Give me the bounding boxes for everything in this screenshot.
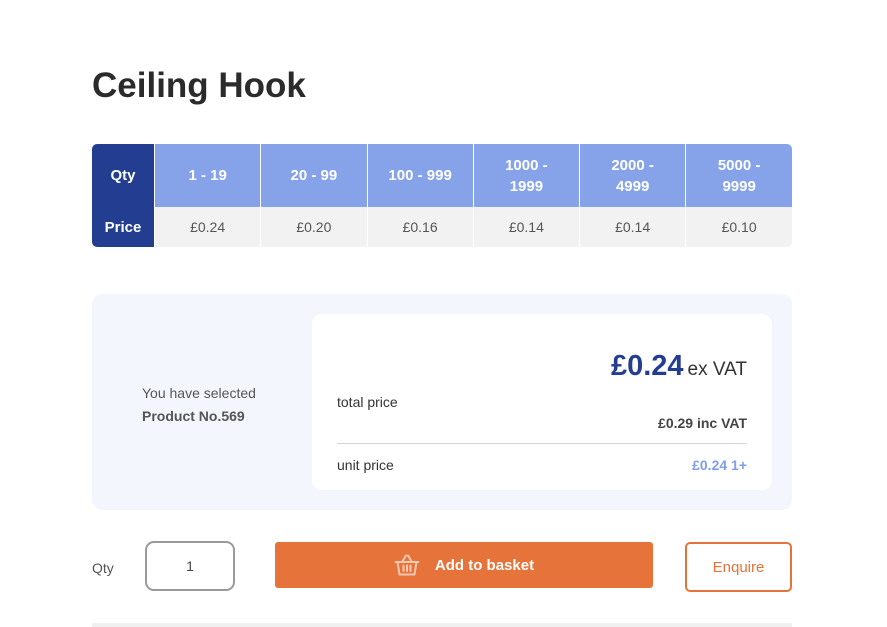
selection-summary-panel: You have selected Product No.569 total p…	[92, 294, 792, 510]
qty-tier-cell: 1 - 19	[153, 144, 261, 207]
qty-tier-row: Qty 1 - 19 20 - 99 100 - 999 1000 - 1999…	[92, 144, 792, 207]
tier-price-cell: £0.24	[153, 207, 261, 247]
unit-price-label: unit price	[337, 457, 394, 473]
total-price-value: £0.24	[610, 350, 684, 382]
qty-tier-label: 5000 - 9999	[717, 156, 761, 195]
ex-vat-label: ex VAT	[687, 359, 747, 380]
basket-icon	[394, 554, 420, 576]
pricing-table: Qty 1 - 19 20 - 99 100 - 999 1000 - 1999…	[92, 144, 792, 247]
qty-tier-cell: 5000 - 9999	[685, 144, 792, 207]
qty-row-header: Qty	[92, 144, 155, 207]
enquire-button[interactable]: Enquire	[685, 542, 792, 592]
divider	[337, 443, 747, 444]
add-to-basket-button[interactable]: Add to basket	[275, 542, 653, 588]
add-to-basket-label: Add to basket	[434, 556, 535, 574]
qty-tier-label: 20 - 99	[290, 167, 338, 184]
qty-tier-label: 2000 - 4999	[611, 156, 654, 195]
total-price-label: total price	[337, 394, 398, 410]
quantity-label: Qty	[92, 560, 114, 576]
inc-vat-price: £0.29 inc VAT	[658, 415, 747, 431]
qty-tier-label: 100 - 999	[388, 167, 452, 184]
quantity-input[interactable]	[145, 541, 235, 591]
price-tier-row: Price £0.24 £0.20 £0.16 £0.14 £0.14 £0.1…	[92, 207, 792, 247]
selected-caption: You have selected	[142, 385, 256, 401]
page-title: Ceiling Hook	[92, 66, 306, 105]
qty-tier-cell: 20 - 99	[260, 144, 367, 207]
total-price: £0.24 ex VAT	[611, 350, 747, 383]
section-divider	[92, 623, 792, 627]
selected-product-number: Product No.569	[142, 408, 245, 424]
tier-price-cell: £0.14	[578, 207, 686, 247]
qty-tier-cell: 2000 - 4999	[578, 144, 686, 207]
price-row-header: Price	[92, 207, 155, 247]
qty-tier-label: 1 - 19	[188, 167, 227, 184]
selected-product-info: You have selected Product No.569	[142, 382, 256, 428]
tier-price-cell: £0.10	[685, 207, 792, 247]
unit-price-value: £0.24 1+	[692, 457, 747, 473]
tier-price-cell: £0.14	[472, 207, 580, 247]
qty-tier-label: 1000 - 1999	[505, 156, 548, 195]
qty-tier-cell: 100 - 999	[366, 144, 474, 207]
qty-tier-cell: 1000 - 1999	[472, 144, 580, 207]
price-summary-card: total price £0.24 ex VAT £0.29 inc VAT un…	[312, 314, 772, 490]
tier-price-cell: £0.16	[366, 207, 474, 247]
tier-price-cell: £0.20	[260, 207, 367, 247]
